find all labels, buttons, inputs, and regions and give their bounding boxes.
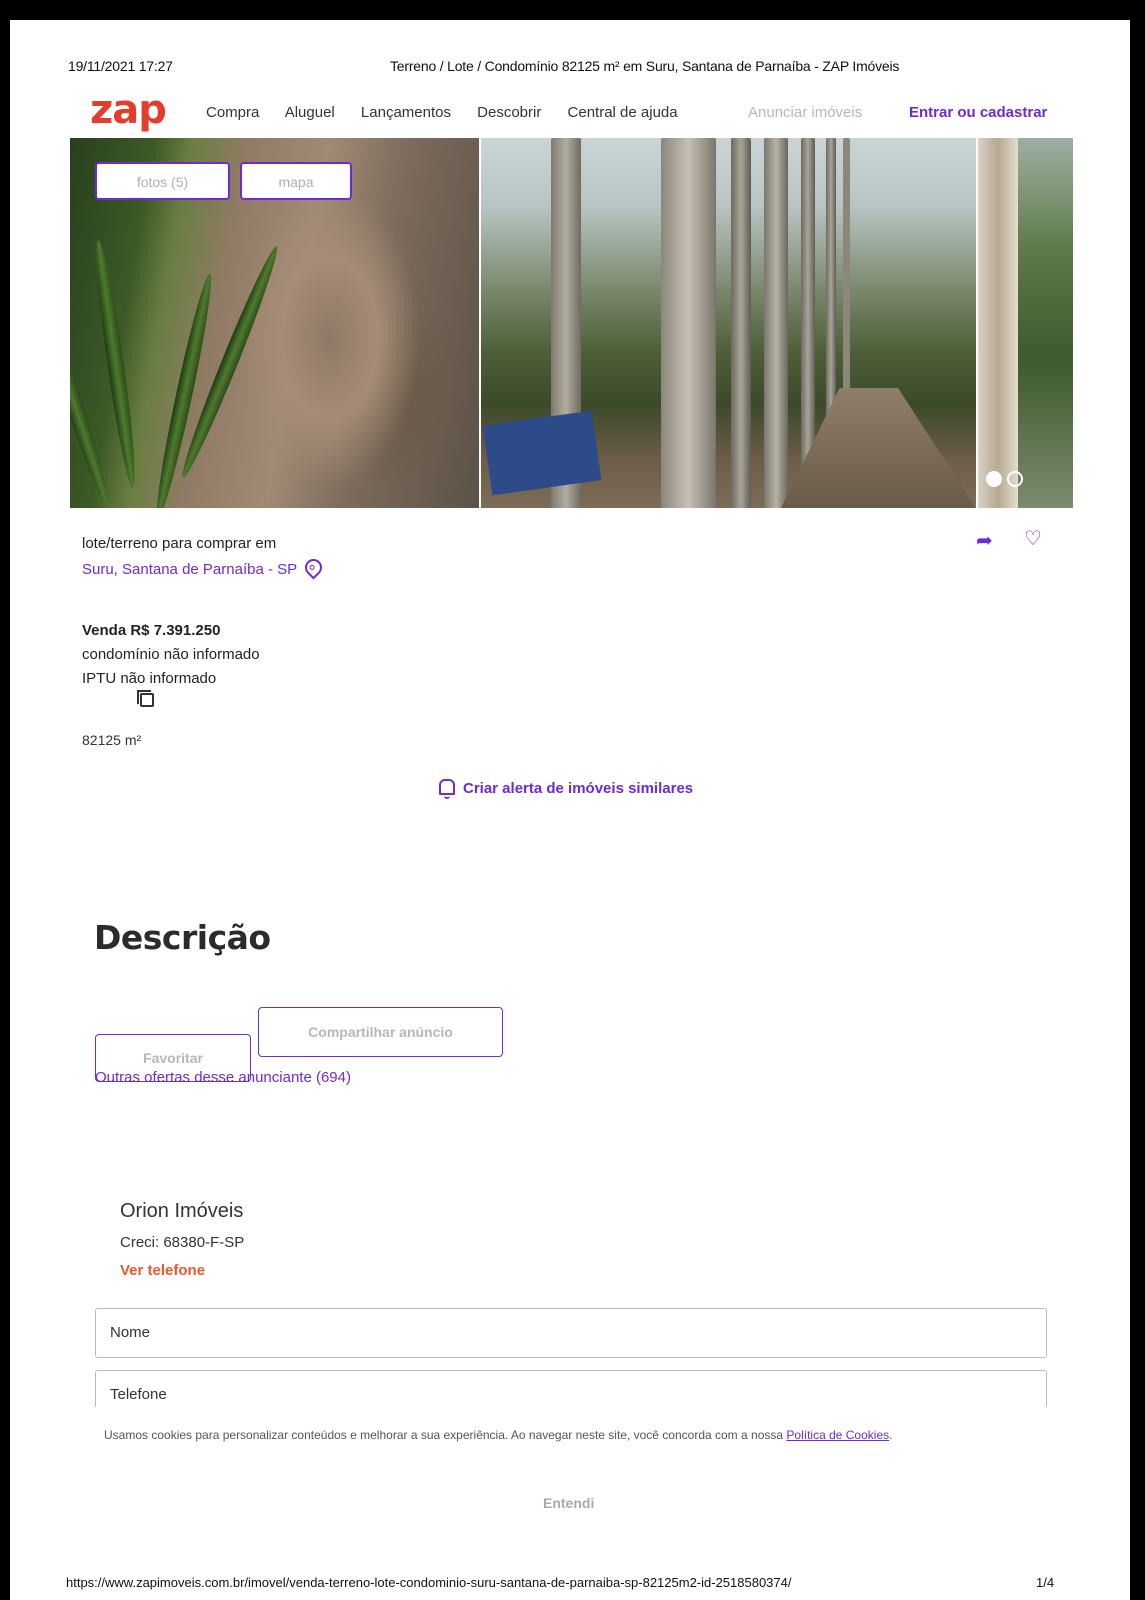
listing-type: lote/terreno para comprar em — [82, 535, 277, 552]
listing-location-link[interactable]: Suru, Santana de Parnaíba - SP — [82, 555, 326, 580]
description-title: Descrição — [94, 918, 271, 957]
area-icon — [137, 690, 154, 707]
gallery-photo-3[interactable] — [978, 138, 1073, 508]
zap-logo[interactable]: zap — [90, 90, 167, 130]
sale-price: Venda R$ 7.391.250 — [82, 622, 221, 639]
nav-link-compra[interactable]: Compra — [206, 104, 259, 121]
listing-location: Suru, Santana de Parnaíba - SP — [82, 561, 298, 578]
top-navigation: zap Compra Aluguel Lançamentos Descobrir… — [90, 90, 1070, 132]
nav-links: Compra Aluguel Lançamentos Descobrir Cen… — [206, 104, 700, 121]
cookie-policy-link[interactable]: Política de Cookies — [786, 1428, 889, 1442]
map-pin-icon — [301, 555, 326, 580]
nav-link-central-de-ajuda[interactable]: Central de ajuda — [568, 104, 678, 121]
phone-field[interactable]: Telefone — [95, 1370, 1047, 1410]
bell-icon — [439, 779, 455, 799]
cookie-banner: Usamos cookies para personalizar conteúd… — [10, 1407, 1130, 1527]
map-button[interactable]: mapa — [240, 162, 352, 200]
login-signup-link[interactable]: Entrar ou cadastrar — [909, 104, 1047, 121]
print-footer: https://www.zapimoveis.com.br/imovel/ven… — [66, 1575, 1086, 1590]
cookie-accept-button[interactable]: Entendi — [543, 1495, 594, 1511]
name-field[interactable]: Nome — [95, 1308, 1047, 1358]
iptu: IPTU não informado — [82, 670, 217, 687]
share-icon[interactable]: ➦ — [976, 528, 993, 553]
photos-button[interactable]: fotos (5) — [95, 162, 230, 200]
nav-link-anunciar[interactable]: Anunciar imóveis — [748, 104, 862, 121]
other-offers-link[interactable]: Outras ofertas desse anunciante (694) — [95, 1069, 351, 1086]
create-alert-link[interactable]: Criar alerta de imóveis similares — [439, 779, 694, 799]
show-phone-link[interactable]: Ver telefone — [120, 1262, 205, 1279]
area-value: 82125 m² — [82, 732, 142, 748]
nav-link-lancamentos[interactable]: Lançamentos — [361, 104, 451, 121]
gallery-photo-2[interactable] — [481, 138, 976, 508]
nav-link-descobrir[interactable]: Descobrir — [477, 104, 541, 121]
print-header: 19/11/2021 17:27 Terreno / Lote / Condom… — [68, 58, 1090, 78]
gallery-pagination-dots — [981, 471, 1023, 492]
print-datetime: 19/11/2021 17:27 — [68, 58, 173, 74]
gallery-dot[interactable] — [1007, 471, 1023, 487]
create-alert-label: Criar alerta de imóveis similares — [463, 780, 694, 797]
condo-fee: condomínio não informado — [82, 646, 260, 663]
share-listing-button[interactable]: Compartilhar anúncio — [258, 1007, 503, 1057]
printed-page: 19/11/2021 17:27 Terreno / Lote / Condom… — [10, 20, 1130, 1600]
price-block: Venda R$ 7.391.250 condomínio não inform… — [82, 619, 260, 691]
print-page-title: Terreno / Lote / Condomínio 82125 m² em … — [390, 58, 900, 74]
cookie-suffix: . — [889, 1428, 893, 1442]
heart-icon[interactable]: ♡ — [1024, 526, 1042, 551]
print-page-number: 1/4 — [1036, 1575, 1055, 1590]
nav-link-aluguel[interactable]: Aluguel — [285, 104, 335, 121]
cookie-text: Usamos cookies para personalizar conteúd… — [104, 1425, 1004, 1445]
gallery-dot-active[interactable] — [986, 471, 1002, 487]
advertiser-creci: Creci: 68380-F-SP — [120, 1234, 245, 1251]
cookie-message: Usamos cookies para personalizar conteúd… — [104, 1428, 787, 1442]
photo-gallery[interactable]: fotos (5) mapa — [70, 138, 1073, 508]
print-url: https://www.zapimoveis.com.br/imovel/ven… — [66, 1575, 792, 1590]
advertiser-name: Orion Imóveis — [120, 1200, 244, 1222]
